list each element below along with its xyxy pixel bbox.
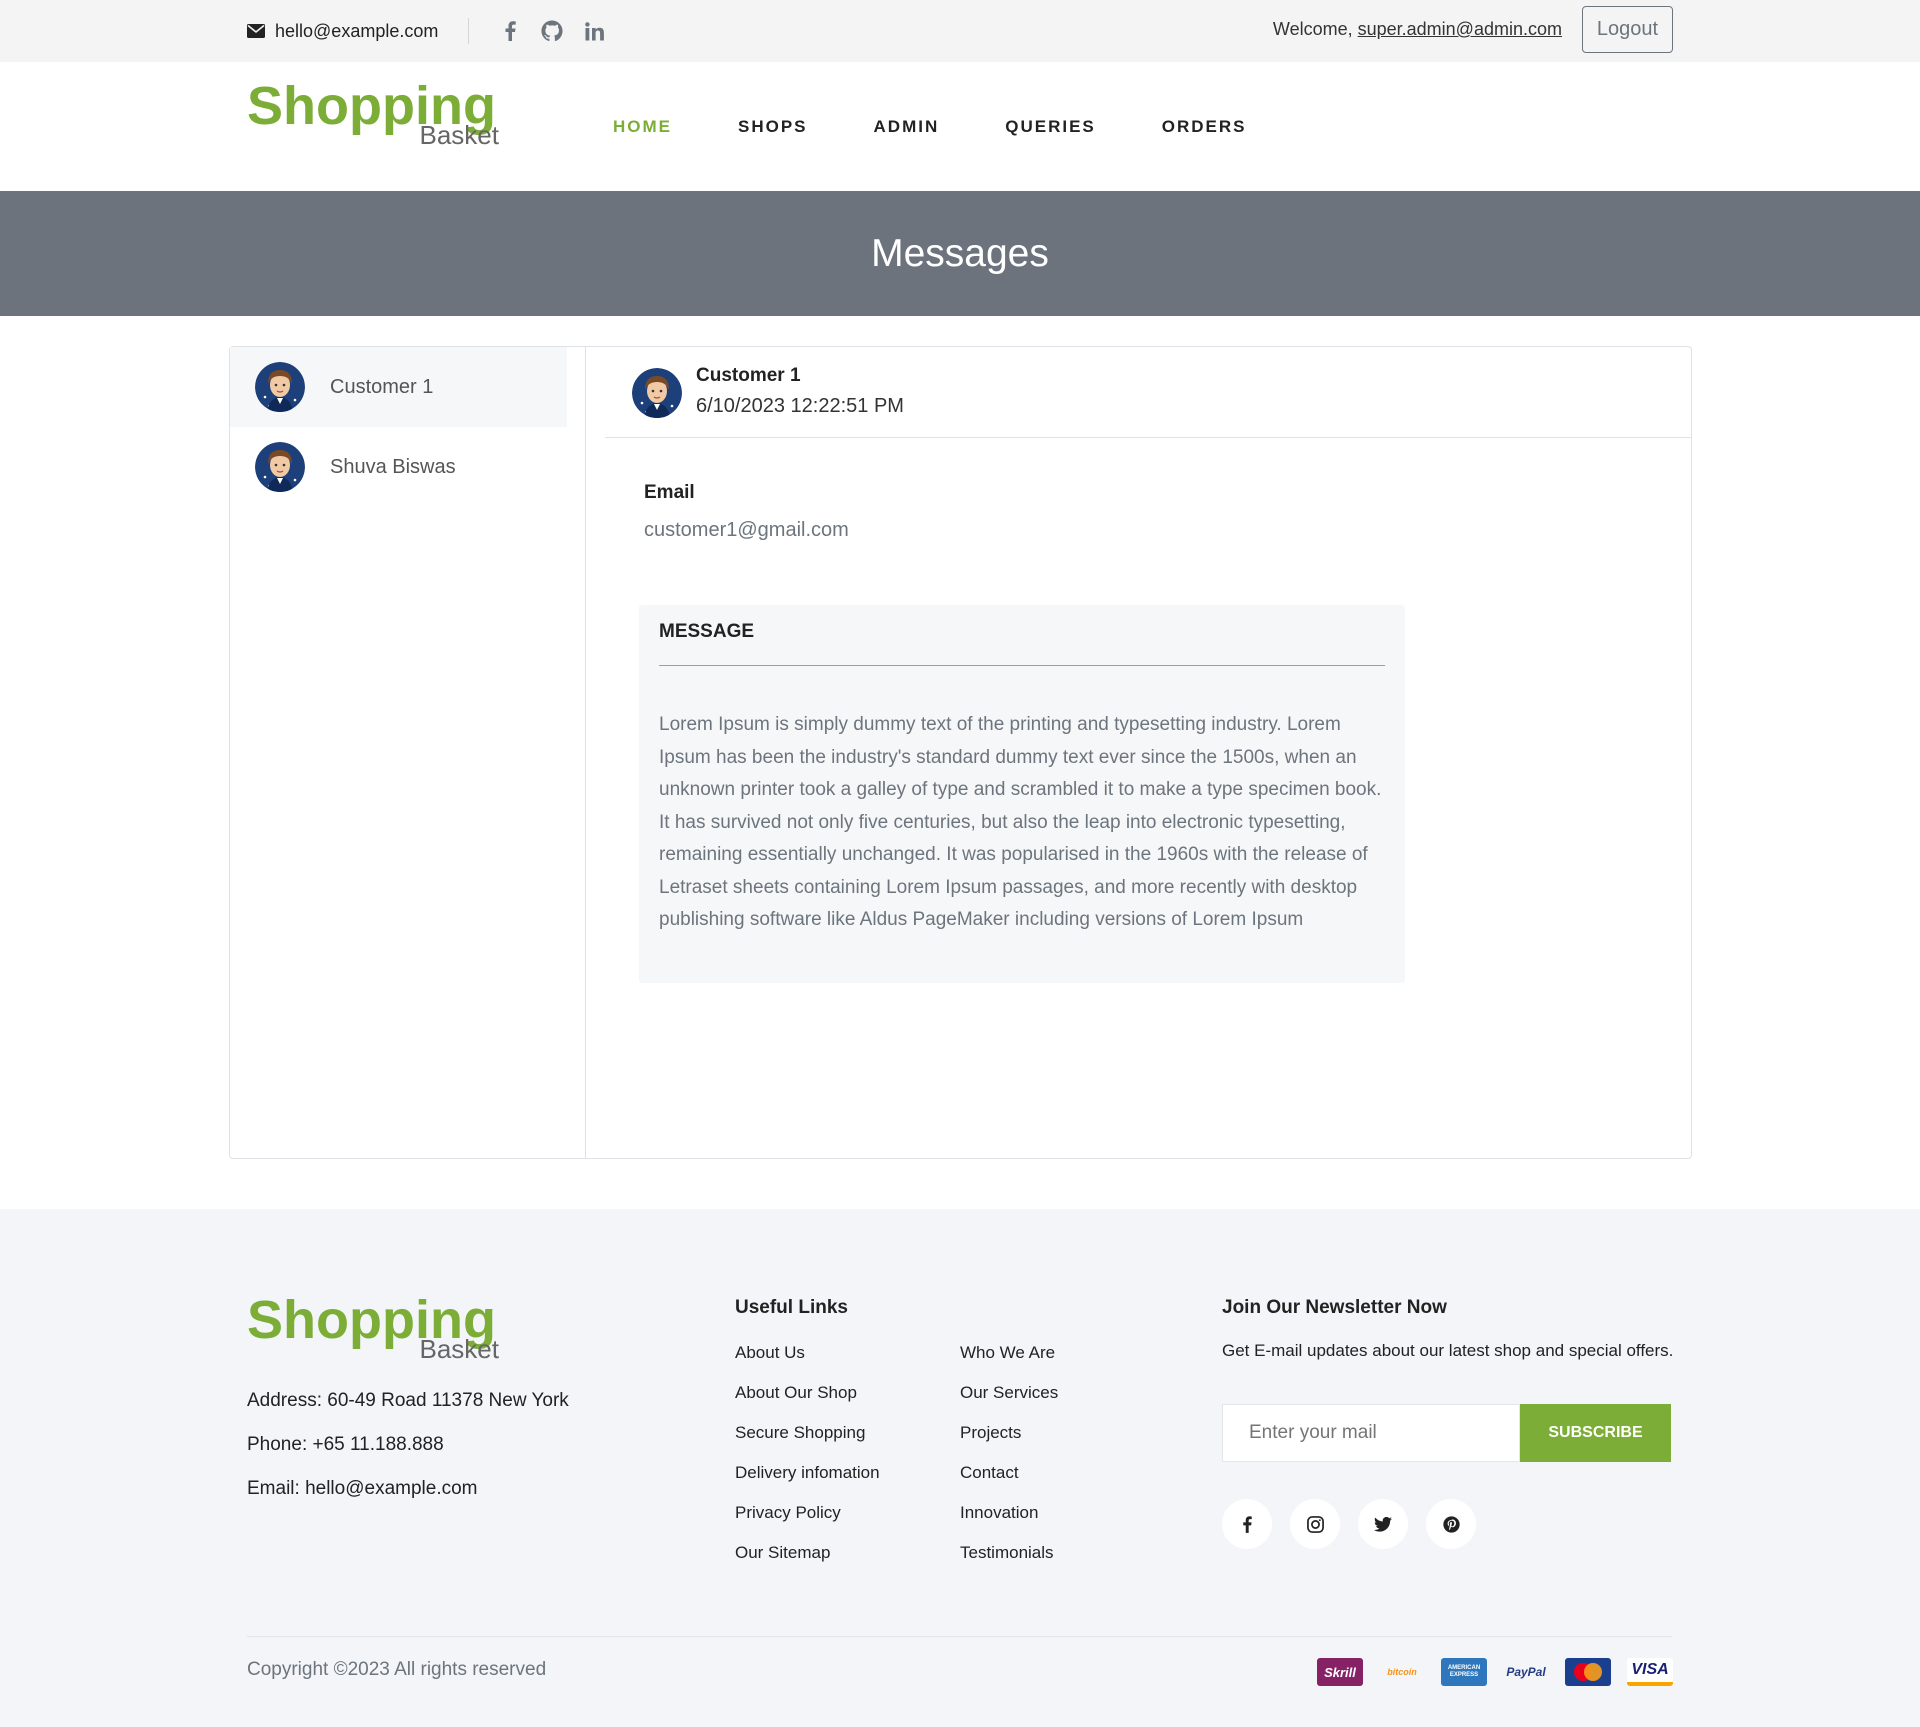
footer-contact-info: Address: 60-49 Road 11378 New York Phone… xyxy=(247,1390,569,1522)
mastercard-icon xyxy=(1565,1658,1611,1686)
amex-icon: AMERICAN EXPRESS xyxy=(1441,1658,1487,1686)
messages-panel: Customer 1 Shuva Biswas Customer 1 6/10/… xyxy=(229,346,1692,1159)
contact-name: Customer 1 xyxy=(330,375,434,398)
twitter-icon[interactable] xyxy=(1358,1499,1408,1549)
brand-logo[interactable]: Shopping Basket xyxy=(247,78,507,158)
paypal-icon: PayPal xyxy=(1506,1665,1546,1679)
welcome-text: Welcome, super.admin@admin.com xyxy=(1273,19,1562,40)
contact-email[interactable]: hello@example.com xyxy=(247,21,438,42)
facebook-icon[interactable] xyxy=(499,20,521,42)
visa-icon: VISA xyxy=(1627,1658,1673,1686)
footer-link[interactable]: About Our Shop xyxy=(735,1383,880,1423)
footer-address: Address: 60-49 Road 11378 New York xyxy=(247,1390,569,1411)
facebook-icon[interactable] xyxy=(1222,1499,1272,1549)
copyright-text: Copyright ©2023 All rights reserved xyxy=(247,1659,547,1680)
divider xyxy=(468,18,470,44)
linkedin-icon[interactable] xyxy=(583,20,605,42)
footer-link[interactable]: About Us xyxy=(735,1343,880,1383)
footer-link[interactable]: Who We Are xyxy=(960,1343,1058,1383)
conversation-datetime: 6/10/2023 12:22:51 PM xyxy=(696,395,904,417)
contact-email-text: hello@example.com xyxy=(275,20,439,41)
useful-links-title: Useful Links xyxy=(735,1297,848,1318)
logout-button[interactable]: Logout xyxy=(1582,6,1673,53)
envelope-icon xyxy=(247,24,265,38)
footer-link[interactable]: Delivery infomation xyxy=(735,1463,880,1503)
top-bar-left: hello@example.com xyxy=(247,0,605,62)
page-title: Messages xyxy=(871,231,1049,275)
page-hero: Messages xyxy=(0,191,1920,316)
top-bar-right: Welcome, super.admin@admin.com Logout xyxy=(1273,6,1673,53)
message-heading: MESSAGE xyxy=(659,621,755,642)
footer-logo[interactable]: Shopping Basket xyxy=(247,1292,507,1372)
contact-name: Shuva Biswas xyxy=(330,455,456,478)
avatar xyxy=(255,362,305,412)
footer-link[interactable]: Privacy Policy xyxy=(735,1503,880,1543)
conversation-header: Customer 1 6/10/2023 12:22:51 PM xyxy=(605,347,1692,438)
newsletter-email-input[interactable] xyxy=(1222,1404,1520,1462)
useful-links-col-1: About Us About Our Shop Secure Shopping … xyxy=(735,1343,880,1583)
footer-link[interactable]: Our Sitemap xyxy=(735,1543,880,1583)
user-email-link[interactable]: super.admin@admin.com xyxy=(1358,19,1562,39)
footer-link[interactable]: Secure Shopping xyxy=(735,1423,880,1463)
footer-social-links xyxy=(1222,1499,1476,1549)
bitcoin-icon: bitcoin xyxy=(1387,1667,1417,1677)
main-nav: HOME SHOPS ADMIN QUERIES ORDERS xyxy=(613,62,1313,191)
email-label: Email xyxy=(644,482,695,503)
footer-link[interactable]: Innovation xyxy=(960,1503,1058,1543)
subscribe-button[interactable]: SUBSCRIBE xyxy=(1520,1404,1671,1462)
newsletter-title: Join Our Newsletter Now xyxy=(1222,1297,1447,1318)
main-navbar: Shopping Basket HOME SHOPS ADMIN QUERIES… xyxy=(0,62,1920,191)
avatar xyxy=(632,368,682,418)
message-box: MESSAGE Lorem Ipsum is simply dummy text… xyxy=(639,605,1405,983)
nav-queries[interactable]: QUERIES xyxy=(1005,117,1096,137)
footer-link[interactable]: Projects xyxy=(960,1423,1058,1463)
welcome-prefix: Welcome, xyxy=(1272,19,1358,39)
useful-links-col-2: Who We Are Our Services Projects Contact… xyxy=(960,1343,1058,1583)
contact-item-customer-1[interactable]: Customer 1 xyxy=(230,347,567,427)
footer: Shopping Basket Address: 60-49 Road 1137… xyxy=(0,1209,1920,1727)
payment-methods: Skrill bitcoin AMERICAN EXPRESS PayPal V… xyxy=(1317,1658,1673,1686)
nav-shops[interactable]: SHOPS xyxy=(738,117,808,137)
footer-link[interactable]: Our Services xyxy=(960,1383,1058,1423)
footer-link[interactable]: Contact xyxy=(960,1463,1058,1503)
footer-email: Email: hello@example.com xyxy=(247,1478,478,1499)
email-value: customer1@gmail.com xyxy=(644,519,849,541)
footer-link[interactable]: Testimonials xyxy=(960,1543,1058,1583)
nav-home[interactable]: HOME xyxy=(613,117,672,137)
skrill-icon: Skrill xyxy=(1317,1658,1363,1686)
top-social-links xyxy=(499,20,605,42)
nav-orders[interactable]: ORDERS xyxy=(1162,117,1247,137)
footer-phone: Phone: +65 11.188.888 xyxy=(247,1434,444,1455)
message-divider xyxy=(659,665,1385,666)
top-bar: hello@example.com Welcome, super.admin@a… xyxy=(0,0,1920,62)
conversation-name: Customer 1 xyxy=(696,365,801,386)
contact-item-shuva-biswas[interactable]: Shuva Biswas xyxy=(230,427,567,507)
footer-divider xyxy=(247,1636,1672,1637)
instagram-icon[interactable] xyxy=(1290,1499,1340,1549)
newsletter-text: Get E-mail updates about our latest shop… xyxy=(1222,1341,1674,1360)
newsletter-form: SUBSCRIBE xyxy=(1222,1404,1671,1462)
logo-text-bottom: Basket xyxy=(419,120,500,150)
github-icon[interactable] xyxy=(541,20,563,42)
avatar xyxy=(255,442,305,492)
nav-admin[interactable]: ADMIN xyxy=(874,117,940,137)
contact-list: Customer 1 Shuva Biswas xyxy=(230,347,586,1158)
logo-text-bottom: Basket xyxy=(419,1334,500,1364)
message-body: Lorem Ipsum is simply dummy text of the … xyxy=(659,714,1382,930)
pinterest-icon[interactable] xyxy=(1426,1499,1476,1549)
